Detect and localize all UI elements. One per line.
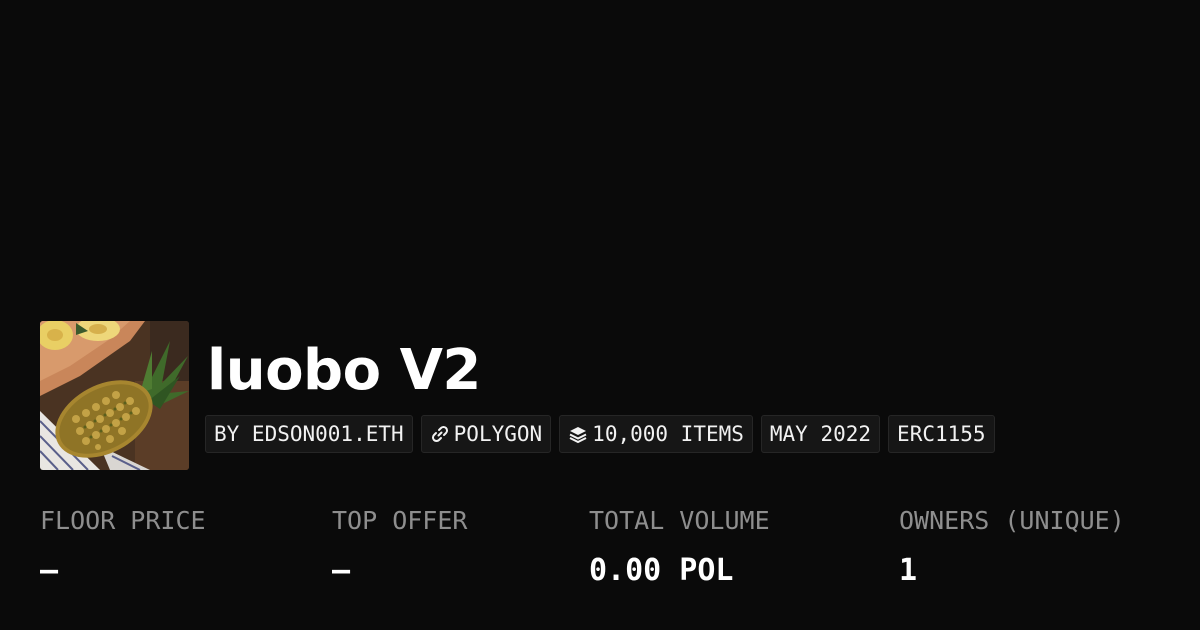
stat-label: FLOOR PRICE	[40, 506, 206, 535]
collection-title: luobo V2	[207, 338, 481, 403]
items-chip[interactable]: 10,000 ITEMS	[559, 415, 753, 453]
date-label: MAY 2022	[769, 422, 872, 446]
stat-value: 0.00 POL	[589, 553, 734, 588]
items-label: 10,000 ITEMS	[592, 422, 744, 446]
date-chip: MAY 2022	[760, 415, 881, 453]
creator-label: BY EDSON001.ETH	[214, 422, 404, 446]
stat-top-offer: TOP OFFER –	[332, 503, 467, 591]
collection-header: luobo V2 BY EDSON001.ETH POLYGON 10,000 …	[40, 321, 995, 470]
stat-label: OWNERS (UNIQUE)	[899, 506, 1125, 535]
link-icon	[430, 424, 450, 444]
standard-chip: ERC1155	[888, 415, 995, 453]
stat-owners: OWNERS (UNIQUE) 1	[899, 503, 1125, 591]
chain-chip[interactable]: POLYGON	[420, 415, 552, 453]
stat-total-volume: TOTAL VOLUME 0.00 POL	[589, 503, 770, 591]
title-block: luobo V2 BY EDSON001.ETH POLYGON 10,000 …	[205, 321, 995, 453]
collection-share-card: luobo V2 BY EDSON001.ETH POLYGON 10,000 …	[0, 0, 1200, 630]
creator-chip[interactable]: BY EDSON001.ETH	[205, 415, 413, 453]
stat-label: TOP OFFER	[332, 506, 468, 535]
collection-meta-chips: BY EDSON001.ETH POLYGON 10,000 ITEMS MAY…	[205, 415, 995, 453]
stat-value: –	[40, 553, 59, 588]
chain-label: POLYGON	[453, 422, 543, 446]
layers-icon	[568, 424, 588, 444]
pineapple-image	[40, 321, 189, 470]
stat-value: –	[332, 553, 351, 588]
stat-floor-price: FLOOR PRICE –	[40, 503, 206, 591]
standard-label: ERC1155	[897, 422, 986, 446]
stat-label: TOTAL VOLUME	[589, 506, 770, 535]
collection-avatar[interactable]	[40, 321, 189, 470]
stat-value: 1	[899, 553, 918, 588]
collection-stats: FLOOR PRICE – TOP OFFER – TOTAL VOLUME 0…	[0, 503, 1200, 603]
